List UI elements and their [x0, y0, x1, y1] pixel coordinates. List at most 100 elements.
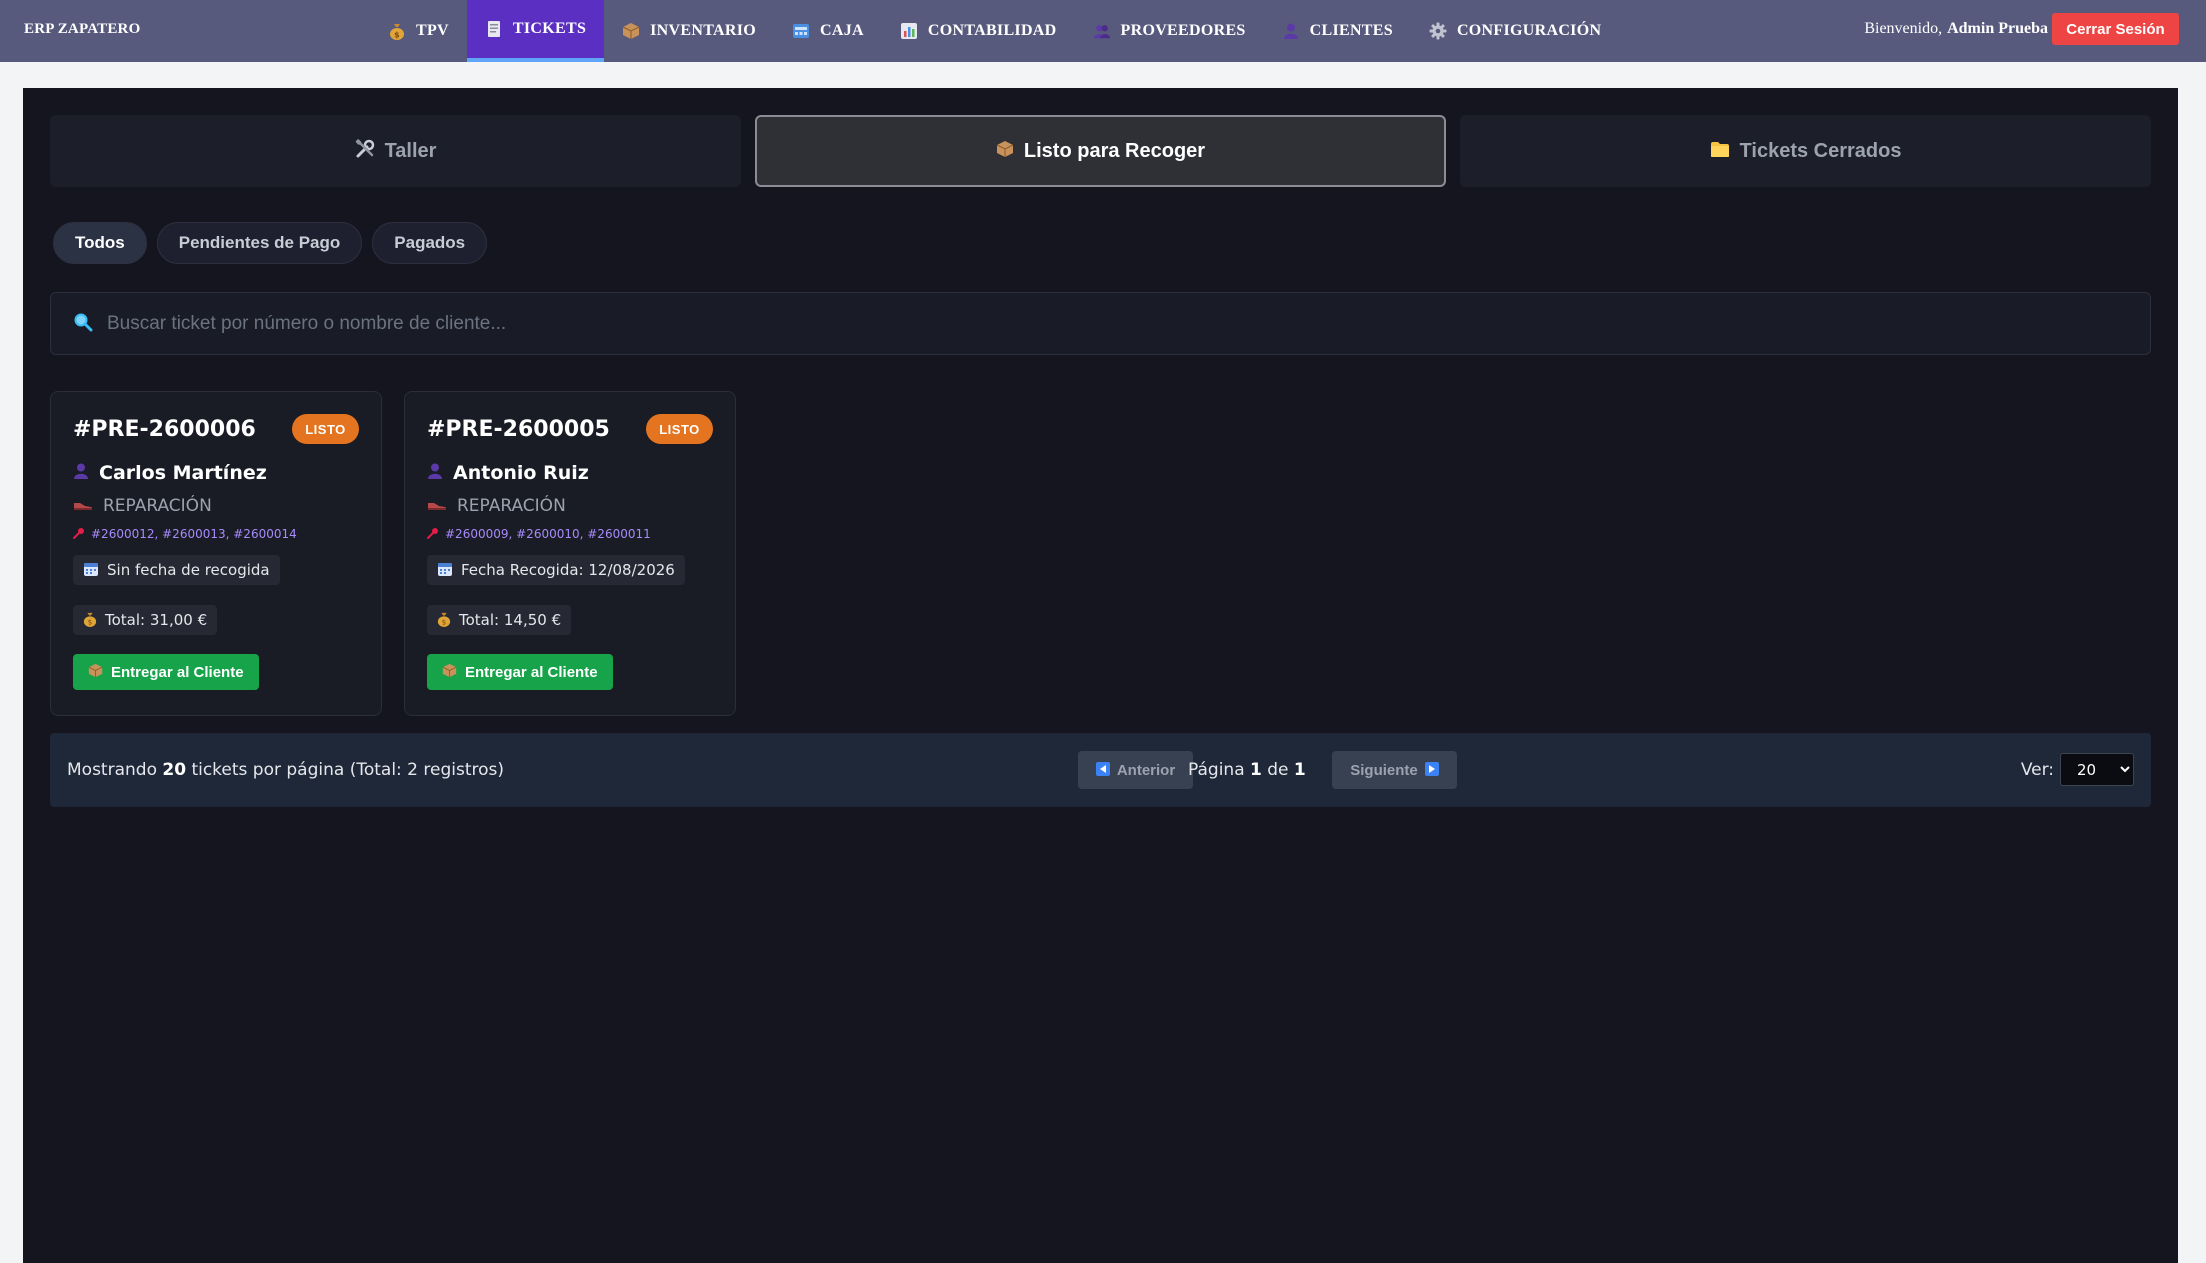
pin-icon [73, 527, 85, 541]
ticket-total: $ Total: 14,50 € [427, 605, 572, 635]
search-input[interactable] [107, 312, 2007, 335]
main-panel: Taller Listo para Recoger Tickets Cerrad… [23, 88, 2178, 1263]
nav-item-label: INVENTARIO [650, 22, 756, 39]
folder-icon [1710, 141, 1730, 162]
tab-label: Listo para Recoger [1023, 139, 1206, 162]
nav-item-clientes[interactable]: CLIENTES [1264, 0, 1411, 62]
status-badge: LISTO [292, 414, 359, 444]
app-brand[interactable]: ERP ZAPATERO [24, 0, 140, 58]
bar-chart-icon [900, 22, 918, 40]
calendar-icon [437, 561, 453, 580]
page-size-select[interactable]: 20 [2060, 753, 2134, 786]
page-prefix: Página [1188, 760, 1251, 780]
tab-label: Taller [384, 139, 437, 162]
calendar-icon [83, 561, 99, 580]
pin-icon [427, 527, 439, 541]
tools-icon [355, 139, 375, 163]
people-icon [1093, 22, 1111, 40]
nav-item-label: TPV [416, 22, 449, 39]
client-name: Carlos Martínez [99, 462, 267, 484]
nav-item-tpv[interactable]: $ TPV [370, 0, 467, 62]
package-icon [88, 663, 103, 681]
ticket-number: #PRE-2600005 [427, 417, 610, 442]
money-bag-icon: $ [83, 611, 97, 630]
svg-text:$: $ [88, 618, 92, 626]
ticket-total-text: Total: 31,00 € [105, 611, 208, 629]
user-icon [427, 462, 443, 484]
ticket-type-label: REPARACIÓN [457, 496, 566, 516]
arrow-left-icon [1095, 761, 1110, 779]
ticket-type: REPARACIÓN [427, 496, 566, 516]
status-badge: LISTO [646, 414, 713, 444]
total-pages: 1 [1293, 760, 1306, 780]
showing-prefix: Mostrando [67, 760, 163, 780]
ticket-type-label: REPARACIÓN [103, 496, 212, 516]
tab-tickets-cerrados[interactable]: Tickets Cerrados [1460, 115, 2151, 187]
ticket-section-tabs: Taller Listo para Recoger Tickets Cerrad… [50, 115, 2151, 187]
svg-text:$: $ [394, 31, 400, 40]
ticket-total-text: Total: 14,50 € [459, 611, 562, 629]
ticket-refs-text: #2600012, #2600013, #2600014 [91, 527, 297, 541]
payment-filter: Todos Pendientes de Pago Pagados [53, 222, 488, 264]
ticket-refs-text: #2600009, #2600010, #2600011 [445, 527, 651, 541]
deliver-button-label: Entregar al Cliente [465, 663, 598, 681]
receipt-icon [485, 20, 503, 38]
filter-todos[interactable]: Todos [53, 222, 147, 264]
nav-item-configuracion[interactable]: CONFIGURACIÓN [1411, 0, 1619, 62]
nav-item-inventario[interactable]: INVENTARIO [604, 0, 774, 62]
deliver-button[interactable]: Entregar al Cliente [73, 654, 259, 690]
search-icon [73, 312, 93, 336]
ticket-total: $ Total: 31,00 € [73, 605, 218, 635]
filter-pendientes-de-pago[interactable]: Pendientes de Pago [156, 222, 363, 264]
nav-item-label: TICKETS [512, 20, 587, 37]
pagination-bar: Mostrando 20 tickets por página (Total: … [50, 733, 2151, 807]
prev-page-button[interactable]: Anterior [1078, 751, 1193, 789]
current-page: 1 [1250, 760, 1262, 780]
package-icon [996, 140, 1014, 162]
package-icon [622, 22, 640, 40]
logout-button[interactable]: Cerrar Sesión [2052, 13, 2179, 45]
nav-item-proveedores[interactable]: PROVEEDORES [1075, 0, 1264, 62]
nav-item-label: CAJA [819, 22, 864, 39]
filter-pagados[interactable]: Pagados [372, 222, 488, 264]
gear-icon [1429, 22, 1447, 40]
user-name: Admin Prueba [1947, 20, 2048, 37]
nav-item-tickets[interactable]: TICKETS [466, 0, 605, 62]
nav-item-label: PROVEEDORES [1120, 22, 1246, 39]
tab-listo-para-recoger[interactable]: Listo para Recoger [755, 115, 1446, 187]
prev-page-label: Anterior [1116, 761, 1176, 779]
svg-text:$: $ [442, 618, 446, 626]
top-navbar: ERP ZAPATERO $ TPV TICKETS INVENTARIO CA… [0, 0, 2206, 62]
nav-item-label: CLIENTES [1309, 22, 1393, 39]
page-size-control: Ver: 20 [2021, 751, 2134, 788]
next-page-label: Siguiente [1350, 761, 1418, 779]
ticket-client: Antonio Ruiz [427, 462, 589, 484]
ticket-number: #PRE-2600006 [73, 417, 256, 442]
money-bag-icon: $ [437, 611, 451, 630]
pickup-date: Fecha Recogida: 12/08/2026 [427, 555, 685, 585]
next-page-button[interactable]: Siguiente [1332, 751, 1457, 789]
search-bar [50, 292, 2151, 355]
money-bag-icon: $ [388, 22, 406, 40]
ticket-refs: #2600009, #2600010, #2600011 [427, 527, 651, 541]
page-mid: de [1261, 760, 1294, 780]
nav-item-caja[interactable]: CAJA [774, 0, 882, 62]
arrow-right-icon [1424, 761, 1439, 779]
nav-item-contabilidad[interactable]: CONTABILIDAD [882, 0, 1075, 62]
pickup-date: Sin fecha de recogida [73, 555, 280, 585]
tab-taller[interactable]: Taller [50, 115, 741, 187]
user-icon [1282, 22, 1300, 40]
tab-label: Tickets Cerrados [1739, 139, 1902, 162]
ticket-client: Carlos Martínez [73, 462, 267, 484]
nav-item-label: CONTABILIDAD [927, 22, 1057, 39]
shoe-icon [427, 498, 447, 515]
pickup-date-text: Sin fecha de recogida [107, 561, 270, 579]
deliver-button-label: Entregar al Cliente [111, 663, 244, 681]
cash-register-icon [792, 22, 810, 40]
deliver-button[interactable]: Entregar al Cliente [427, 654, 613, 690]
client-name: Antonio Ruiz [453, 462, 589, 484]
ticket-card[interactable]: #PRE-2600006 LISTO Carlos Martínez REPAR… [50, 391, 382, 716]
ticket-type: REPARACIÓN [73, 496, 212, 516]
welcome-message: Bienvenido, Admin Prueba [1864, 0, 2048, 58]
ticket-card[interactable]: #PRE-2600005 LISTO Antonio Ruiz REPARACI… [404, 391, 736, 716]
